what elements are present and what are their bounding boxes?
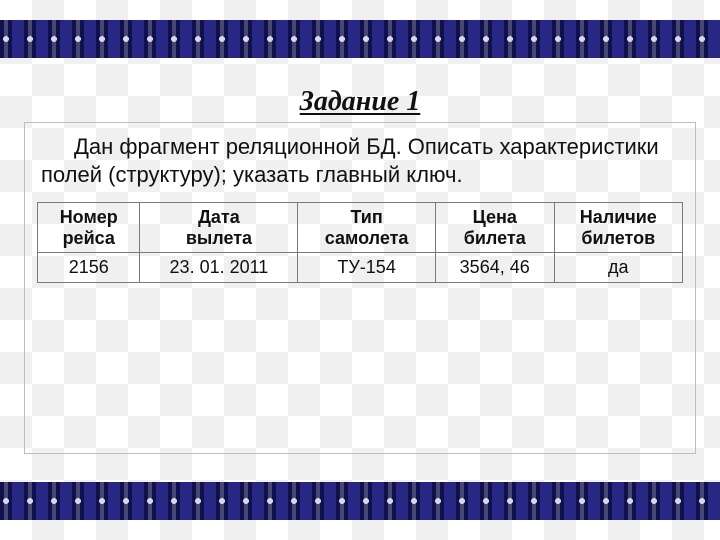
table-header-row: Номеррейса Датавылета Типсамолета Ценаби… xyxy=(38,203,683,253)
table-cell: 2156 xyxy=(38,253,140,283)
decorative-border-bottom xyxy=(0,482,720,520)
table-header-cell: Типсамолета xyxy=(298,203,435,253)
table-row: 2156 23. 01. 2011 ТУ-154 3564, 46 да xyxy=(38,253,683,283)
table-cell: да xyxy=(554,253,682,283)
decorative-border-top xyxy=(0,20,720,58)
table-cell: 23. 01. 2011 xyxy=(140,253,298,283)
data-table: Номеррейса Датавылета Типсамолета Ценаби… xyxy=(37,202,683,283)
table-cell: 3564, 46 xyxy=(435,253,554,283)
table-header-cell: Наличиебилетов xyxy=(554,203,682,253)
table-header-cell: Номеррейса xyxy=(38,203,140,253)
table-header-cell: Датавылета xyxy=(140,203,298,253)
content-frame: Дан фрагмент реляционной БД. Описать хар… xyxy=(24,122,696,454)
table-header-cell: Ценабилета xyxy=(435,203,554,253)
slide-title: Задание 1 xyxy=(0,86,720,118)
table-cell: ТУ-154 xyxy=(298,253,435,283)
task-description: Дан фрагмент реляционной БД. Описать хар… xyxy=(37,131,683,198)
